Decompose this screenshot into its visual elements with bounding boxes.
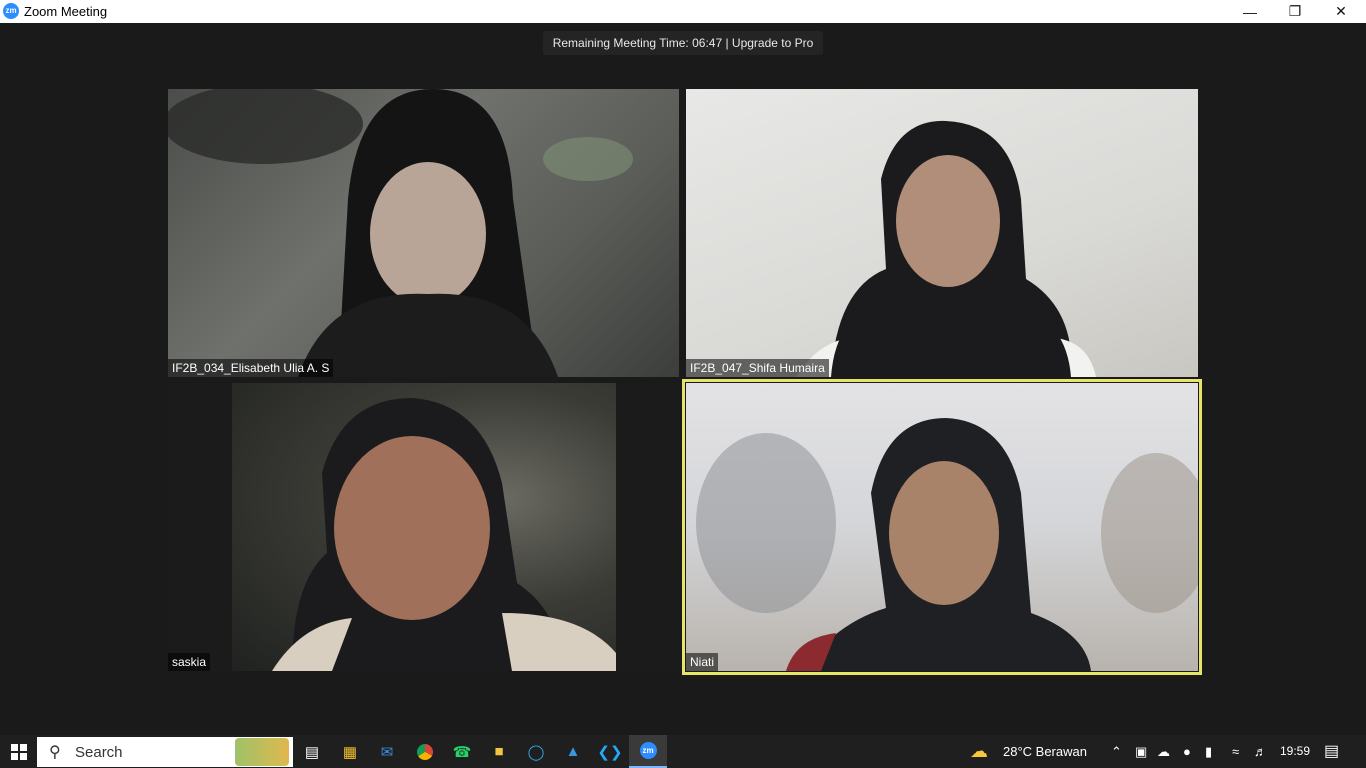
window-title: Zoom Meeting [24,4,108,19]
chrome-icon [417,743,433,760]
store-button[interactable]: ▦ [331,735,369,768]
video-tile[interactable]: IF2B_047_Shifa Humaira [686,89,1198,377]
taskbar-search-box[interactable]: ⚲ Search [37,737,293,767]
participant-figure [272,398,616,671]
task-view-button[interactable]: ▤ [293,735,331,768]
zoom-icon: zm [639,742,657,759]
notification-icon: ▤ [1324,743,1340,760]
folder-icon: ■ [494,743,504,760]
weather-text[interactable]: 28°C Berawan [1003,735,1087,768]
participant-name: saskia [168,653,211,671]
whatsapp-button[interactable]: ☎ [443,735,481,768]
restore-button[interactable]: ❐ [1272,0,1318,23]
vscode-button[interactable]: ❮❯ [591,735,629,768]
participant-video [168,89,633,377]
search-icon: ⚲ [49,744,61,761]
taskbar-clock[interactable]: 19:59 [1280,735,1310,768]
edge-icon: ◯ [527,743,545,761]
mail-button[interactable]: ✉ [368,735,406,768]
participant-name: IF2B_034_Elisabeth Ulia A. S [168,359,334,377]
zoom-app-icon: zm [3,3,19,19]
windows-taskbar: ⚲ Search ▤ ▦ ✉ ☎ ■ ◯ ▲ ❮❯ zm ☁ 28°C Bera… [0,735,1366,768]
active-speaker-highlight [682,379,1202,675]
restore-icon: ❐ [1288,3,1302,19]
battery-icon[interactable]: ▮ [1205,735,1212,768]
zoom-taskbar-button[interactable]: zm [629,735,667,768]
volume-icon[interactable]: ♬ [1254,735,1267,768]
photos-button[interactable]: ▲ [554,735,592,768]
photos-icon: ▲ [565,743,581,760]
store-icon: ▦ [342,743,358,761]
window-titlebar: zm Zoom Meeting — ❐ ✕ [0,0,1366,23]
start-button[interactable] [0,735,38,768]
chevron-up-icon: ⌃ [1111,744,1122,759]
windows-logo-icon [11,743,27,760]
notifications-button[interactable]: ▤ [1324,735,1339,768]
search-highlight-image [235,738,289,766]
onedrive-icon[interactable]: ☁ [1157,735,1170,768]
wifi-icon[interactable]: ≈ [1232,735,1239,768]
mail-icon: ✉ [380,743,394,761]
close-icon: ✕ [1335,3,1347,19]
vscode-icon: ❮❯ [597,743,623,761]
video-tile[interactable]: IF2B_034_Elisabeth Ulia A. S [168,89,679,377]
participant-video [232,383,616,671]
video-tile[interactable]: saskia [168,383,679,671]
meeting-stage: Remaining Meeting Time: 06:47 | Upgrade … [0,23,1366,735]
minimize-button[interactable]: — [1227,0,1273,23]
minimize-icon: — [1243,3,1257,20]
task-view-icon: ▤ [304,743,320,761]
participant-video [796,120,1096,377]
whatsapp-icon: ☎ [452,743,472,761]
search-label: Search [75,744,123,761]
chrome-button[interactable] [406,735,444,768]
participant-name: IF2B_047_Shifa Humaira [686,359,829,377]
file-explorer-button[interactable]: ■ [480,735,518,768]
meet-now-icon[interactable]: ▣ [1135,735,1147,768]
edge-button[interactable]: ◯ [517,735,555,768]
show-hidden-icons-button[interactable]: ⌃ [1111,735,1122,768]
remaining-meeting-time-banner[interactable]: Remaining Meeting Time: 06:47 | Upgrade … [543,31,823,55]
microphone-icon[interactable]: ● [1183,735,1191,768]
weather-icon: ☁ [970,741,988,761]
close-button[interactable]: ✕ [1318,0,1364,23]
